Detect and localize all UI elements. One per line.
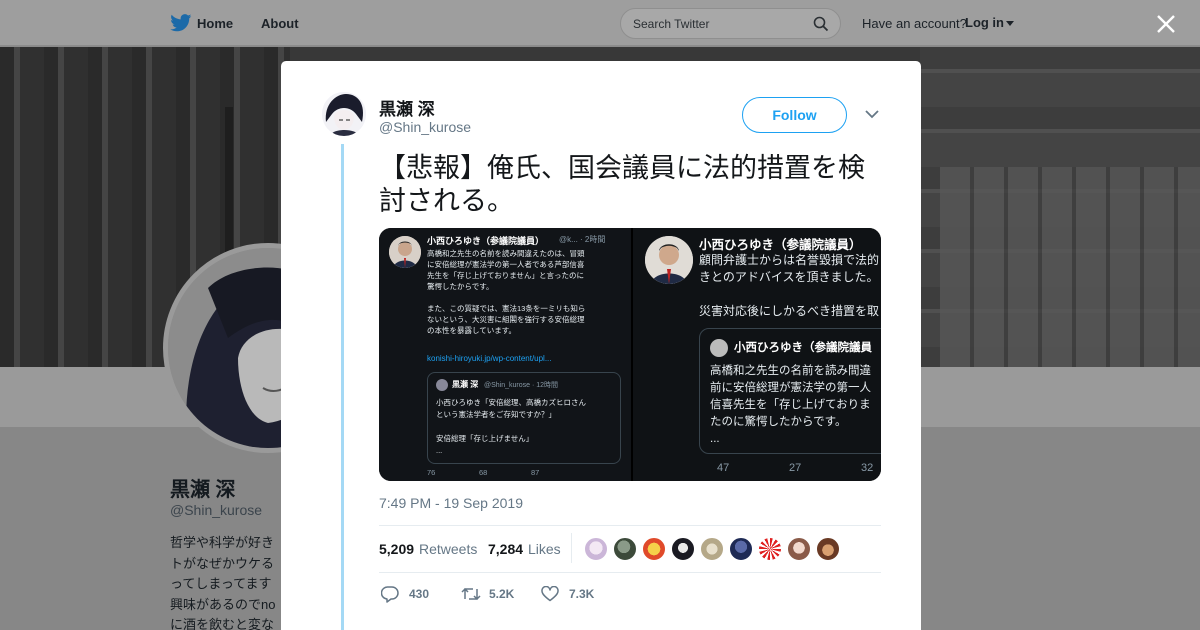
author-avatar[interactable]: [322, 92, 366, 136]
reply-icon[interactable]: [381, 586, 399, 603]
tweet-media[interactable]: 小西ひろゆき（参議院議員） @k... · 2時間 高橋和之先生の名前を読み間違…: [379, 228, 881, 481]
close-icon[interactable]: [1155, 13, 1177, 35]
nav-about-link[interactable]: About: [261, 16, 299, 31]
likes-label[interactable]: Likes: [528, 541, 561, 557]
media-left-body: 高橋和之先生の名前を読み間違えたのは、冒頭 に安倍総理が憲法学の第一人者である芦…: [427, 249, 586, 335]
nav-home-link[interactable]: Home: [197, 16, 233, 31]
liker-avatar[interactable]: [787, 537, 811, 561]
media-left-quote-body: 小西ひろゆき「安倍総理、高橋カズヒロさん という憲法学者をご存知ですか？」 安倍…: [436, 398, 586, 455]
media-right-like-count: 32: [861, 462, 874, 474]
liker-avatar[interactable]: [642, 537, 666, 561]
retweet-icon[interactable]: [461, 586, 481, 602]
media-left-avatar: [389, 236, 421, 268]
media-left-quote: 黒瀬 深 @Shin_kurose · 12時間 小西ひろゆき「安倍総理、高橋カ…: [427, 372, 621, 464]
chevron-down-icon[interactable]: [865, 109, 879, 119]
have-account-text: Have an account?: [862, 16, 967, 31]
likes-count[interactable]: 7,284: [488, 541, 523, 557]
media-left-actions: 76 68 87: [427, 468, 623, 478]
twitter-bird-icon[interactable]: [170, 14, 192, 32]
liker-avatar[interactable]: [613, 537, 637, 561]
media-left-link: konishi-hiroyuki.jp/wp-content/upl...: [427, 354, 552, 363]
media-right-quote: 小西ひろゆき（参議院議員 高橋和之先生の名前を読み間違 前に安倍総理が憲法学の第…: [699, 328, 881, 454]
media-left-quote-name: 黒瀬 深: [452, 380, 479, 389]
media-right-reply-count: 47: [717, 462, 730, 474]
liker-avatar[interactable]: [758, 537, 782, 561]
liker-avatar[interactable]: [816, 537, 840, 561]
follow-button[interactable]: Follow: [742, 97, 847, 133]
tweet-modal: 黒瀬 深 @Shin_kurose Follow 【悲報】俺氏、国会議員に法的措…: [281, 61, 921, 630]
tweet-timestamp[interactable]: 7:49 PM - 19 Sep 2019: [379, 495, 523, 511]
profile-handle: @Shin_kurose: [170, 502, 263, 518]
reply-count: 430: [409, 587, 430, 601]
media-left-name: 小西ひろゆき（参議院議員）: [427, 236, 545, 246]
media-image-left[interactable]: 小西ひろゆき（参議院議員） @k... · 2時間 高橋和之先生の名前を読み間違…: [379, 228, 631, 481]
media-left-quote-avatar: [436, 379, 448, 391]
media-right-body: 顧問弁護士からは名誉毀損で法的 きとのアドバイスを頂きました。: [699, 253, 880, 284]
stats-separator: [571, 533, 572, 563]
author-handle[interactable]: @Shin_kurose: [379, 119, 471, 135]
retweets-label[interactable]: Retweets: [419, 541, 477, 557]
retweet-count: 5.2K: [489, 587, 515, 601]
divider: [379, 572, 881, 573]
search-icon[interactable]: [813, 16, 829, 32]
media-right-avatar: [645, 236, 693, 284]
liker-avatar[interactable]: [671, 537, 695, 561]
profile-name: 黒瀬 深: [170, 479, 236, 501]
tweet-text: 【悲報】俺氏、国会議員に法的措置を検討される。: [379, 153, 865, 217]
media-left-quote-handle: @Shin_kurose · 12時間: [484, 382, 559, 389]
media-right-actions: 47 27 32: [699, 462, 881, 476]
media-right-body-2: 災害対応後にしかるべき措置を取: [699, 304, 880, 318]
media-image-right[interactable]: 小西ひろゆき（参議院議員） 顧問弁護士からは名誉毀損で法的 きとのアドバイスを頂…: [633, 228, 881, 481]
like-count: 7.3K: [569, 587, 595, 601]
login-link[interactable]: Log in: [965, 15, 1004, 30]
top-nav: Home About Have an account? Log in: [0, 0, 1200, 46]
media-right-quote-avatar: [710, 339, 728, 357]
media-right-retweet-count: 27: [789, 462, 802, 474]
media-left-meta: @k... · 2時間: [559, 235, 606, 244]
media-right-quote-body: 高橋和之先生の名前を読み間違 前に安倍総理が憲法学の第一人 信喜先生を「存じ上げ…: [710, 365, 871, 445]
media-right-quote-name: 小西ひろゆき（参議院議員: [734, 342, 872, 354]
liker-avatar[interactable]: [584, 537, 608, 561]
heart-icon[interactable]: [541, 586, 559, 602]
search-box[interactable]: [620, 8, 841, 39]
caret-down-icon[interactable]: [1006, 21, 1014, 26]
liker-avatar[interactable]: [729, 537, 753, 561]
profile-bio: 哲学や科学が好き トがなぜかウケる ってしまってます 興味があるのでno に酒を…: [170, 535, 276, 630]
media-left-like-count: 87: [531, 468, 540, 477]
media-right-name: 小西ひろゆき（参議院議員）: [699, 238, 862, 252]
liker-avatar[interactable]: [700, 537, 724, 561]
media-left-reply-count: 76: [427, 468, 436, 477]
retweets-count[interactable]: 5,209: [379, 541, 414, 557]
divider: [379, 525, 881, 526]
media-left-retweet-count: 68: [479, 468, 488, 477]
thread-line: [341, 144, 344, 630]
search-input[interactable]: [633, 17, 803, 31]
author-name[interactable]: 黒瀬 深: [379, 95, 435, 120]
